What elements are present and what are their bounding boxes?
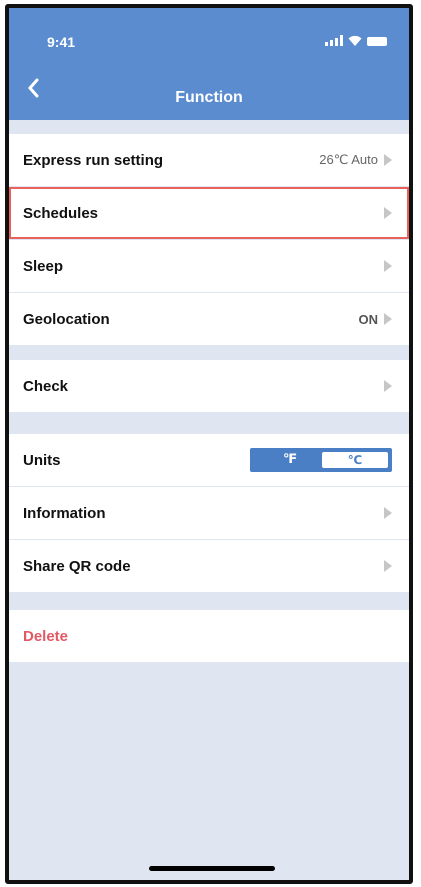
unit-fahrenheit-option[interactable]: ℉ — [270, 451, 310, 467]
geolocation-value: ON — [358, 311, 379, 327]
signal-icon — [325, 35, 343, 46]
check-row[interactable]: Check — [9, 360, 409, 412]
row-label: Schedules — [23, 204, 99, 222]
units-toggle[interactable]: ℉ ℃ — [250, 448, 392, 472]
schedules-row[interactable]: Schedules — [9, 187, 409, 239]
row-label: Sleep — [23, 257, 64, 275]
chevron-right-icon — [384, 507, 392, 519]
row-label: Units — [23, 451, 61, 469]
row-label: Check — [23, 377, 69, 395]
information-row[interactable]: Information — [9, 487, 409, 539]
page-title: Function — [175, 89, 243, 106]
express-run-value: 26℃ Auto — [319, 152, 378, 167]
battery-icon — [367, 37, 387, 46]
geolocation-row[interactable]: Geolocation ON — [9, 293, 409, 345]
chevron-right-icon — [384, 207, 392, 219]
status-time: 9:41 — [47, 34, 76, 50]
home-indicator[interactable] — [149, 866, 275, 871]
chevron-right-icon — [384, 380, 392, 392]
wifi-icon — [348, 35, 362, 46]
chevron-right-icon — [384, 154, 392, 166]
delete-row[interactable]: Delete — [9, 610, 409, 662]
status-icons — [325, 35, 387, 46]
units-row: Units ℉ ℃ — [9, 434, 409, 486]
row-label: Information — [23, 504, 106, 522]
express-run-setting-row[interactable]: Express run setting 26℃ Auto — [9, 134, 409, 186]
share-qr-code-row[interactable]: Share QR code — [9, 540, 409, 592]
sleep-row[interactable]: Sleep — [9, 240, 409, 292]
row-label: Express run setting — [23, 151, 164, 169]
unit-celsius-option[interactable]: ℃ — [322, 452, 388, 468]
chevron-right-icon — [384, 560, 392, 572]
chevron-right-icon — [384, 260, 392, 272]
row-label: Geolocation — [23, 310, 110, 328]
delete-label: Delete — [23, 627, 69, 645]
row-label: Share QR code — [23, 557, 131, 575]
chevron-right-icon — [384, 313, 392, 325]
header-bar: 9:41 Function — [9, 8, 409, 120]
phone-frame: 9:41 Function Express run setting 26℃ Au… — [5, 4, 413, 884]
